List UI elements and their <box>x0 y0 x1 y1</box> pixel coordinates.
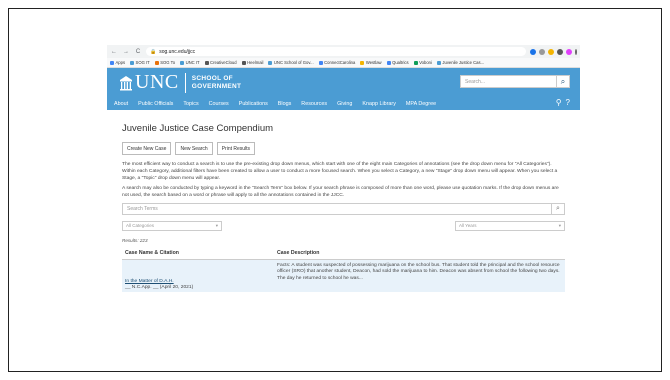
slide-frame: ← → C 🔒 sog.unc.edu/jjcc Apps SOG IT SOG… <box>8 8 662 372</box>
extension-icon[interactable] <box>539 48 545 55</box>
nav-item-blogs[interactable]: Blogs <box>278 101 292 107</box>
bookmark-item[interactable]: Juvenile Justice Cas... <box>436 60 484 65</box>
nav-item-knapp-library[interactable]: Knapp Library <box>362 101 396 107</box>
bookmark-item[interactable]: UNC School of Gov... <box>268 60 314 65</box>
page-title: Juvenile Justice Case Compendium <box>122 123 274 134</box>
forward-icon[interactable]: → <box>122 49 130 55</box>
category-select-value: All Categories <box>126 223 155 229</box>
avatar[interactable] <box>566 48 572 55</box>
bookmark-item[interactable]: ConnectCarolina <box>318 60 355 65</box>
menu-icon[interactable] <box>575 48 577 55</box>
print-results-button[interactable]: Print Results <box>216 142 256 155</box>
bookmark-item[interactable]: CreativeCloud <box>204 60 237 65</box>
table-row[interactable]: In the Matter of D.A.H. __ N.C.App. __ (… <box>122 259 565 293</box>
bookmark-item[interactable]: SOG IT <box>130 60 150 65</box>
search-terms-input[interactable]: Search Terms ⌕ <box>122 202 565 215</box>
help-icon[interactable]: ? <box>566 98 570 107</box>
nav-item-topics[interactable]: Topics <box>183 101 198 107</box>
nav-item-about[interactable]: About <box>114 101 128 107</box>
school-name: SCHOOL OF GOVERNMENT <box>192 75 242 91</box>
action-buttons: Create New Case New Search Print Results <box>122 142 565 155</box>
instructions-paragraph-1: The most efficient way to conduct a sear… <box>122 162 558 181</box>
extensions <box>530 48 577 55</box>
browser-toolbar: ← → C 🔒 sog.unc.edu/jjcc <box>107 45 580 58</box>
bookmarks-bar: Apps SOG IT SOG To UNC IT CreativeCloud … <box>107 58 580 68</box>
nav-item-public-officials[interactable]: Public Officials <box>138 101 173 107</box>
case-name-cell: In the Matter of D.A.H. __ N.C.App. __ (… <box>122 260 277 293</box>
star-icon[interactable] <box>530 48 536 55</box>
column-header: Case Description <box>277 250 320 257</box>
search-icon[interactable]: ⌕ <box>551 203 564 214</box>
school-line-1: SCHOOL OF <box>191 74 233 82</box>
nav-item-mpa-degree[interactable]: MPA Degree <box>406 101 436 107</box>
filters-row: All Categories ▾ All Years ▾ <box>122 220 565 231</box>
bookmark-item[interactable]: Heelmail <box>241 60 263 65</box>
address-bar[interactable]: 🔒 sog.unc.edu/jjcc <box>146 47 526 56</box>
school-line-2: GOVERNMENT <box>191 82 242 90</box>
old-well-icon <box>120 75 132 90</box>
column-header: Case Name & Citation <box>125 250 179 257</box>
unc-wordmark: UNC <box>135 71 179 93</box>
chevron-down-icon: ▾ <box>215 222 218 228</box>
extension-icon[interactable] <box>548 48 554 55</box>
bookmark-item[interactable]: Qualtrics <box>386 60 409 65</box>
search-icon[interactable]: ⌕ <box>556 76 569 87</box>
unc-logo[interactable]: UNC SCHOOL OF GOVERNMENT <box>119 71 241 94</box>
nav-item-giving[interactable]: Giving <box>337 101 352 107</box>
category-select[interactable]: All Categories ▾ <box>122 220 222 231</box>
bookmark-item[interactable]: UNC IT <box>180 60 200 65</box>
bookmark-item[interactable]: Apps <box>110 60 125 65</box>
bookmark-item[interactable]: Voboni <box>413 60 432 65</box>
bookmark-item[interactable]: Westlaw <box>360 60 382 65</box>
search-placeholder: Search... <box>465 78 486 85</box>
table-header: Case Name & Citation Case Description <box>122 248 565 260</box>
logo-divider <box>184 72 186 93</box>
nav-item-publications[interactable]: Publications <box>239 101 268 107</box>
url-text: sog.unc.edu/jjcc <box>159 48 196 55</box>
search-terms-placeholder: Search Terms <box>127 205 158 212</box>
case-citation: __ N.C.App. __ (April 20, 2021) <box>125 285 194 291</box>
create-new-case-button[interactable]: Create New Case <box>122 142 172 155</box>
bookmark-item[interactable]: SOG To <box>154 60 175 65</box>
nav-item-resources[interactable]: Resources <box>301 101 327 107</box>
site-search-input[interactable]: Search... ⌕ <box>460 75 570 88</box>
browser-window: ← → C 🔒 sog.unc.edu/jjcc Apps SOG IT SOG… <box>107 45 580 355</box>
site-header: UNC SCHOOL OF GOVERNMENT Search... ⌕ <box>107 68 580 97</box>
puzzle-icon[interactable] <box>557 48 563 55</box>
results-table: Case Name & Citation Case Description In… <box>122 248 565 293</box>
years-select[interactable]: All Years ▾ <box>455 220 565 231</box>
instructions-paragraph-2: A search may also be conducted by typing… <box>122 185 559 198</box>
nav-utilities: ⚲ ? <box>556 98 570 107</box>
new-search-button[interactable]: New Search <box>175 142 213 155</box>
results-count: Results: 223 <box>122 237 148 243</box>
back-icon[interactable]: ← <box>110 49 118 55</box>
lock-icon: 🔒 <box>150 48 157 55</box>
years-select-value: All Years <box>459 223 477 229</box>
chevron-down-icon: ▾ <box>558 222 561 228</box>
user-icon[interactable]: ⚲ <box>556 98 562 107</box>
main-content: Juvenile Justice Case Compendium Create … <box>107 110 580 293</box>
reload-icon[interactable]: C <box>134 49 142 55</box>
nav-item-courses[interactable]: Courses <box>209 101 229 107</box>
case-description-cell: Facts: A student was suspected of posses… <box>277 262 560 282</box>
main-nav: About Public Officials Topics Courses Pu… <box>107 97 580 110</box>
